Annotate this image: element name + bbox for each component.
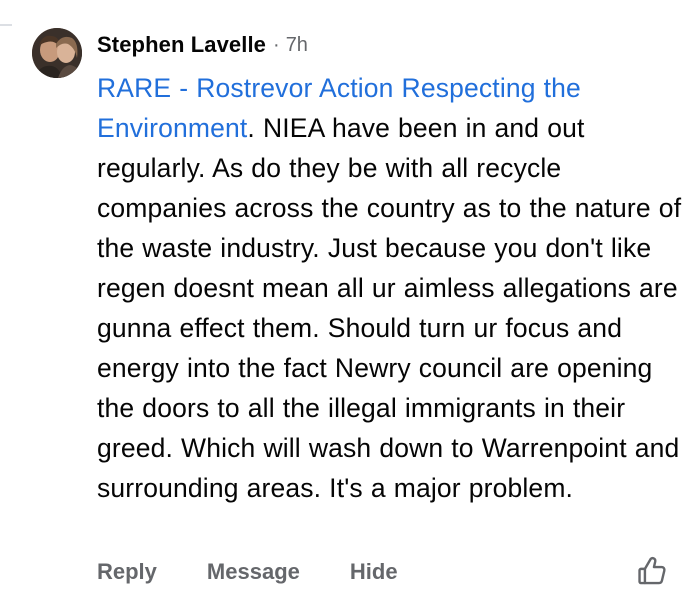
message-button[interactable]: Message <box>207 559 300 585</box>
comment-body-text: . NIEA have been in and out regularly. A… <box>97 113 682 503</box>
reply-button[interactable]: Reply <box>97 559 157 585</box>
author-name[interactable]: Stephen Lavelle <box>97 32 266 58</box>
hide-button[interactable]: Hide <box>350 559 398 585</box>
comment-text: RARE - Rostrevor Action Respecting the E… <box>97 68 687 508</box>
comment-actions: Reply Message Hide <box>97 556 448 588</box>
thread-connector-line <box>0 0 12 26</box>
avatar[interactable] <box>32 28 82 78</box>
comment-header: Stephen Lavelle · 7h <box>97 30 308 60</box>
thumbs-up-icon[interactable] <box>635 554 669 588</box>
meta-separator: · <box>273 33 280 56</box>
avatar-photo <box>32 28 82 78</box>
comment-timestamp[interactable]: 7h <box>286 34 308 57</box>
